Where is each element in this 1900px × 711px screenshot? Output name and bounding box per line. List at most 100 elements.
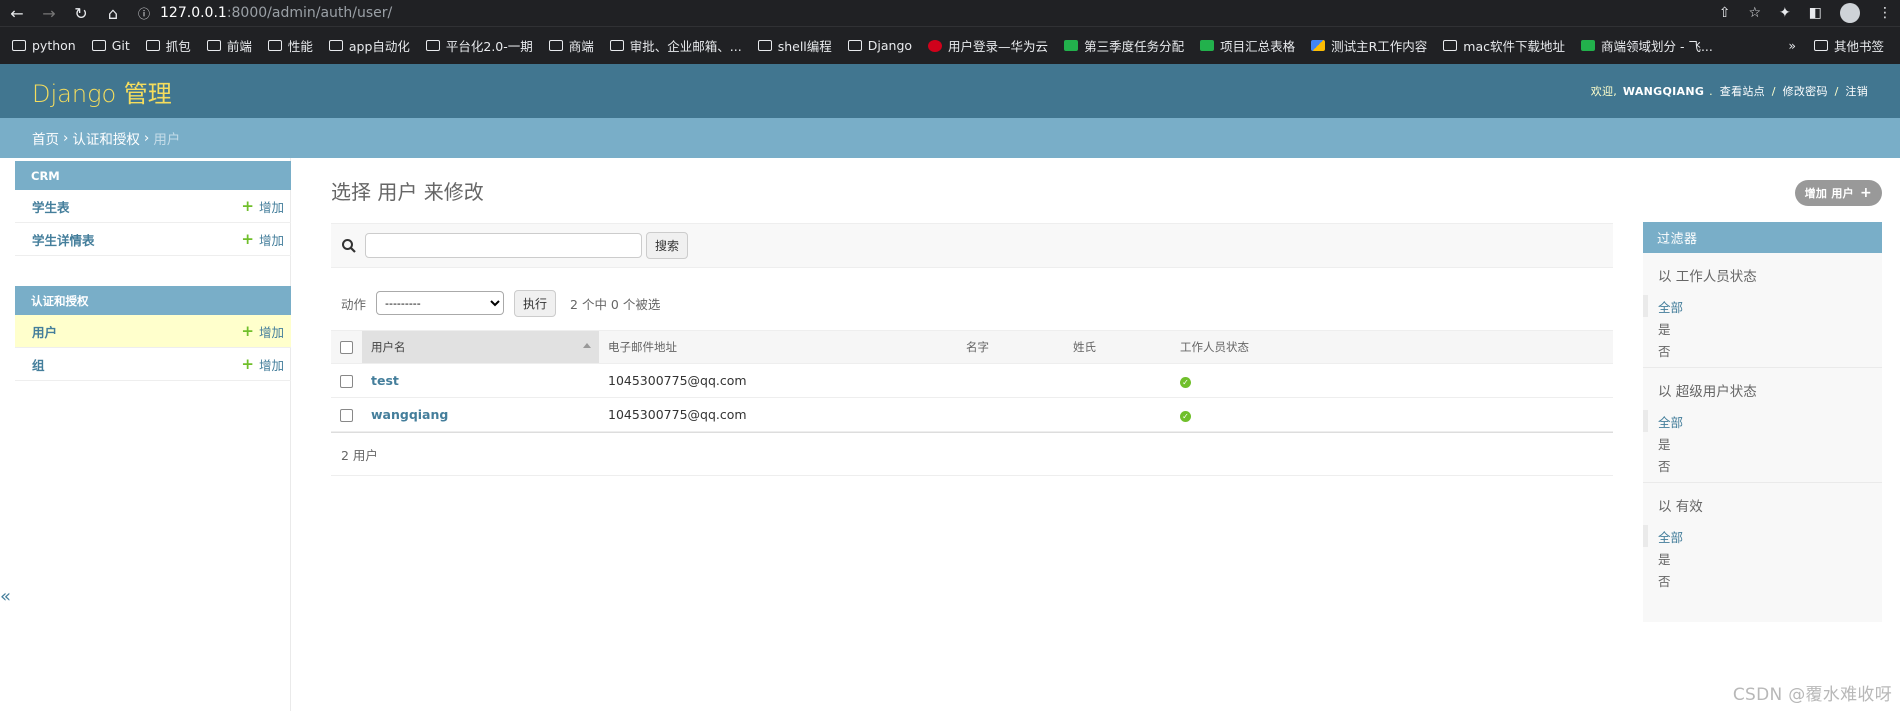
- column-label: 用户名: [371, 340, 406, 354]
- bookmark-item[interactable]: 前端: [201, 36, 262, 55]
- site-branding[interactable]: Django 管理: [32, 74, 172, 109]
- row-select-cell: [331, 397, 362, 432]
- column-email[interactable]: 电子邮件地址: [599, 330, 957, 364]
- is-staff-cell: ✓: [1171, 363, 1613, 398]
- filter-option-all[interactable]: 全部: [1643, 295, 1882, 317]
- bookmark-item[interactable]: Django: [842, 38, 922, 53]
- folder-icon: [609, 40, 624, 51]
- nav-sidebar: CRM 学生表 + 增加 学生详情表 + 增加 认证和授权 用户 + 增加 组 + 增加: [0, 158, 291, 711]
- home-icon[interactable]: ⌂: [104, 4, 122, 23]
- add-link[interactable]: + 增加: [241, 230, 284, 249]
- add-link[interactable]: + 增加: [241, 322, 284, 341]
- actions-bar: 动作 --------- 执行 2 个中 0 个被选: [331, 268, 1613, 330]
- module-caption[interactable]: 认证和授权: [15, 286, 291, 315]
- bookmark-item[interactable]: shell编程: [752, 36, 842, 55]
- bookmark-label: mac软件下载地址: [1463, 39, 1565, 54]
- breadcrumb-home[interactable]: 首页: [32, 128, 59, 148]
- bookmark-item[interactable]: 用户登录—华为云: [922, 36, 1058, 55]
- last-name-cell: [1064, 363, 1171, 398]
- back-icon[interactable]: ←: [8, 4, 26, 23]
- filter-group-title: 以 工作人员状态: [1658, 269, 1757, 285]
- row-checkbox[interactable]: [340, 375, 353, 388]
- view-site-link[interactable]: 查看站点: [1720, 85, 1765, 98]
- module-caption[interactable]: CRM: [15, 161, 291, 190]
- bookmark-item[interactable]: 审批、企业邮箱、...: [604, 36, 752, 55]
- sidebar-item-label[interactable]: 用户: [32, 322, 57, 341]
- filter-option-all[interactable]: 全部: [1643, 410, 1882, 432]
- browser-address-bar: ← → ↻ ⌂ ⓘ 127.0.0.1:8000/admin/auth/user…: [0, 0, 1900, 26]
- sort-asc-icon[interactable]: [583, 343, 591, 348]
- plus-icon: +: [241, 321, 254, 340]
- bookmarks-bar: python Git 抓包 前端 性能 app自动化 平台化2.0-一期 商端 审批、企业邮箱、…: [0, 26, 1900, 64]
- extensions-icon[interactable]: ✦: [1779, 5, 1791, 21]
- huawei-icon: [928, 39, 943, 52]
- bookmark-label: app自动化: [348, 39, 410, 54]
- filter-option-no[interactable]: 否: [1643, 454, 1882, 476]
- row-checkbox[interactable]: [340, 409, 353, 422]
- execute-button[interactable]: 执行: [514, 289, 557, 317]
- bookmarks-more-button[interactable]: »: [1776, 38, 1808, 53]
- add-user-button[interactable]: 增加 用户 +: [1794, 180, 1882, 206]
- filter-option-no[interactable]: 否: [1643, 569, 1882, 591]
- search-icon: [342, 238, 356, 253]
- other-bookmarks[interactable]: 其他书签: [1808, 36, 1894, 55]
- filter-option-all[interactable]: 全部: [1643, 525, 1882, 547]
- select-all-checkbox[interactable]: [340, 341, 353, 354]
- bookmark-item[interactable]: 商端: [543, 36, 604, 55]
- username-cell: test: [362, 363, 599, 398]
- table-row: wangqiang 1045300775@qq.com ✓: [331, 397, 1613, 432]
- filter-group-title: 以 超级用户状态: [1658, 384, 1757, 400]
- column-is-staff[interactable]: 工作人员状态: [1171, 330, 1613, 364]
- sidepanel-icon[interactable]: ◧: [1809, 5, 1822, 21]
- profile-avatar[interactable]: [1840, 3, 1860, 23]
- forward-icon[interactable]: →: [40, 4, 58, 23]
- sidebar-item-label[interactable]: 学生表: [32, 197, 70, 216]
- bookmark-item[interactable]: 第三季度任务分配: [1058, 36, 1194, 55]
- bookmark-item[interactable]: 抓包: [140, 36, 201, 55]
- first-name-cell: [957, 363, 1064, 398]
- add-link[interactable]: + 增加: [241, 197, 284, 216]
- add-label: 增加: [258, 324, 284, 340]
- star-icon[interactable]: ☆: [1748, 5, 1761, 21]
- bookmark-item[interactable]: app自动化: [323, 36, 420, 55]
- menu-icon[interactable]: ⋮: [1878, 5, 1892, 21]
- sidebar-item-label[interactable]: 学生详情表: [32, 230, 95, 249]
- filter-option-yes[interactable]: 是: [1643, 317, 1882, 339]
- column-first-name[interactable]: 名字: [957, 330, 1064, 364]
- toggle-sidebar-button[interactable]: «: [0, 586, 11, 607]
- breadcrumb-current: 用户: [153, 132, 181, 148]
- url-field[interactable]: ⓘ 127.0.0.1:8000/admin/auth/user/: [138, 5, 392, 22]
- sidebar-item-label[interactable]: 组: [32, 355, 45, 374]
- breadcrumb-app[interactable]: 认证和授权: [72, 128, 140, 148]
- bookmark-item[interactable]: Git: [86, 38, 140, 53]
- bookmark-item[interactable]: mac软件下载地址: [1437, 36, 1575, 55]
- bookmark-item[interactable]: 项目汇总表格: [1194, 36, 1305, 55]
- search-input[interactable]: [365, 233, 642, 258]
- column-username[interactable]: 用户名: [362, 330, 599, 364]
- filter-option-yes[interactable]: 是: [1643, 547, 1882, 569]
- other-bookmarks-label: 其他书签: [1833, 39, 1884, 54]
- filter-group-title: 以 有效: [1658, 499, 1703, 515]
- info-icon[interactable]: ⓘ: [138, 5, 150, 22]
- change-password-link[interactable]: 修改密码: [1783, 85, 1828, 98]
- bookmark-item[interactable]: 测试主R工作内容: [1305, 36, 1437, 55]
- bookmark-label: 项目汇总表格: [1220, 39, 1296, 54]
- username-link[interactable]: test: [371, 373, 399, 388]
- search-button[interactable]: 搜索: [646, 232, 689, 259]
- filter-option-no[interactable]: 否: [1643, 339, 1882, 361]
- url-path: :8000/admin/auth/user/: [226, 5, 393, 21]
- share-icon[interactable]: ⇧: [1719, 5, 1731, 21]
- column-last-name[interactable]: 姓氏: [1064, 330, 1171, 364]
- username-link[interactable]: wangqiang: [371, 407, 448, 422]
- logout-link[interactable]: 注销: [1845, 85, 1868, 98]
- bookmark-item[interactable]: 性能: [262, 36, 323, 55]
- add-link[interactable]: + 增加: [241, 355, 284, 374]
- filter-option-yes[interactable]: 是: [1643, 432, 1882, 454]
- last-name-cell: [1064, 397, 1171, 432]
- action-select[interactable]: ---------: [376, 291, 505, 315]
- changelist: 搜索 动作 --------- 执行 2 个中 0 个被选 用户名 电子邮件地址: [331, 222, 1882, 622]
- bookmark-item[interactable]: python: [6, 38, 86, 53]
- bookmark-item[interactable]: 平台化2.0-一期: [420, 36, 543, 55]
- bookmark-item[interactable]: 商端领域划分 - 飞...: [1575, 36, 1723, 55]
- reload-icon[interactable]: ↻: [72, 4, 90, 23]
